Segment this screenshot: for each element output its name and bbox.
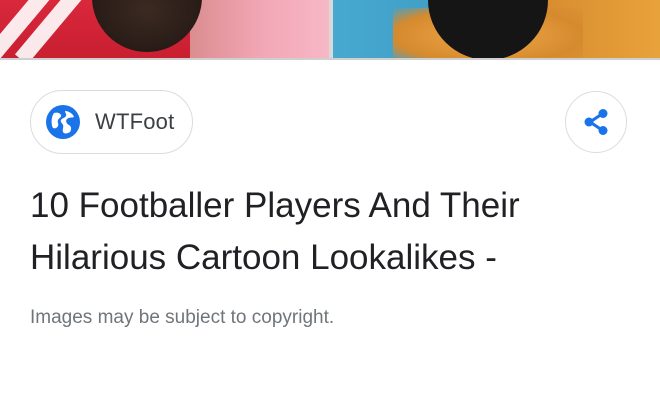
- image-thumbnail-cartoon[interactable]: [333, 0, 660, 58]
- share-button[interactable]: [565, 91, 627, 153]
- image-thumbnail-footballer[interactable]: [0, 0, 329, 58]
- image-detail-panel: WTFoot 10 Footballer Players And Their H…: [0, 0, 660, 400]
- title-line: Hilarious Cartoon Lookalikes -: [30, 238, 497, 277]
- divider: [0, 58, 660, 60]
- source-chip[interactable]: WTFoot: [30, 90, 194, 154]
- title-line: 10 Footballer Players And Their: [30, 186, 520, 225]
- image-strip: [0, 0, 660, 58]
- source-name: WTFoot: [95, 109, 175, 134]
- globe-icon: [46, 105, 80, 139]
- copyright-notice: Images may be subject to copyright.: [30, 307, 335, 328]
- share-icon: [584, 109, 608, 135]
- page-title[interactable]: 10 Footballer Players And Their Hilariou…: [30, 180, 640, 284]
